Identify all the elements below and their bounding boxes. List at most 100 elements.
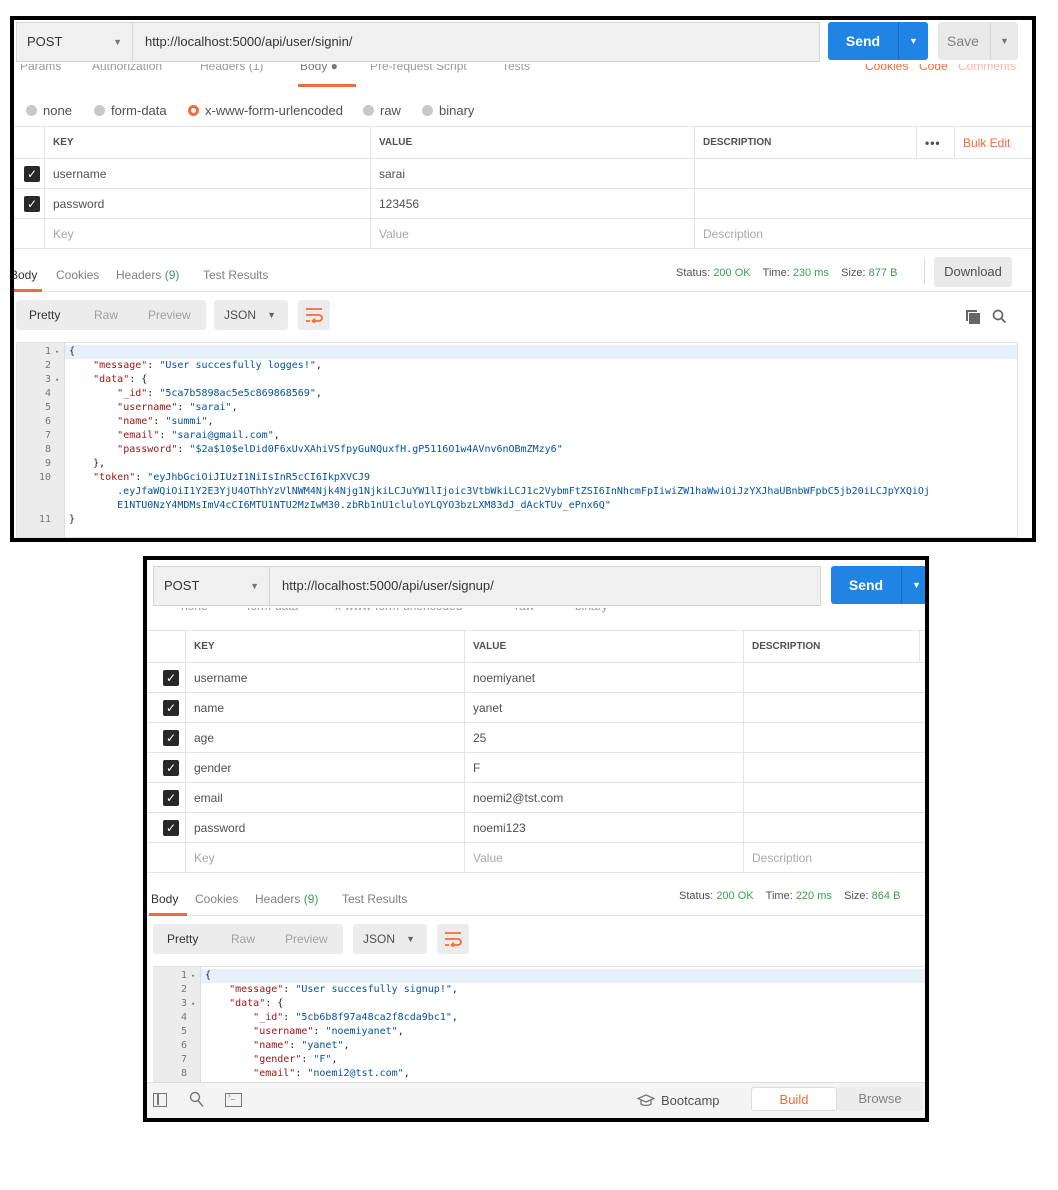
chevron-down-icon[interactable]: ▼ bbox=[898, 22, 928, 60]
param-key[interactable]: password bbox=[185, 813, 464, 842]
param-description[interactable] bbox=[743, 723, 925, 752]
fold-arrow-icon[interactable]: ▾ bbox=[55, 345, 59, 359]
comments-link[interactable]: Comments bbox=[958, 64, 1016, 73]
radio-none[interactable]: none bbox=[26, 103, 72, 118]
tab-response-headers[interactable]: Headers (9) bbox=[255, 892, 318, 906]
param-key[interactable]: age bbox=[185, 723, 464, 752]
tab-response-headers[interactable]: Headers (9) bbox=[116, 268, 179, 282]
param-key[interactable]: username bbox=[185, 663, 464, 692]
param-description[interactable] bbox=[694, 159, 1032, 188]
copy-icon[interactable] bbox=[966, 310, 980, 324]
method-select[interactable]: POST ▼ bbox=[16, 22, 132, 62]
wrap-lines-button[interactable] bbox=[437, 924, 469, 954]
search-icon[interactable] bbox=[992, 309, 1007, 324]
url-input[interactable]: http://localhost:5000/api/user/signin/ bbox=[132, 22, 820, 62]
download-button[interactable]: Download bbox=[934, 257, 1012, 287]
bootcamp-link[interactable]: Bootcamp bbox=[661, 1093, 720, 1108]
raw-button[interactable]: Raw bbox=[231, 924, 255, 954]
bulk-edit-button[interactable]: Bulk Edit bbox=[954, 127, 1032, 158]
param-description[interactable] bbox=[743, 663, 925, 692]
format-select[interactable]: JSON ▼ bbox=[353, 924, 427, 954]
checkbox-checked-icon[interactable]: ✓ bbox=[163, 700, 179, 716]
more-options-icon[interactable]: ••• bbox=[916, 127, 954, 158]
radio-form-data[interactable]: form-data bbox=[247, 608, 298, 613]
param-value[interactable]: sarai bbox=[370, 159, 694, 188]
param-value[interactable]: noemi123 bbox=[464, 813, 743, 842]
tab-response-body[interactable]: Body bbox=[151, 892, 178, 906]
param-value[interactable]: noemiyanet bbox=[464, 663, 743, 692]
tab-body[interactable]: Body ● bbox=[300, 64, 338, 73]
key-placeholder[interactable]: Key bbox=[185, 843, 464, 872]
param-description[interactable] bbox=[743, 753, 925, 782]
radio-binary[interactable]: binary bbox=[422, 103, 474, 118]
cookies-link[interactable]: Cookies bbox=[865, 64, 908, 73]
tab-authorization[interactable]: Authorization bbox=[92, 64, 162, 73]
value-placeholder[interactable]: Value bbox=[370, 219, 694, 248]
preview-button[interactable]: Preview bbox=[285, 924, 328, 954]
param-key[interactable]: password bbox=[44, 189, 370, 218]
param-value[interactable]: F bbox=[464, 753, 743, 782]
tab-test-results[interactable]: Test Results bbox=[342, 892, 407, 906]
browse-tab[interactable]: Browse bbox=[837, 1087, 923, 1111]
url-input[interactable]: http://localhost:5000/api/user/signup/ bbox=[269, 566, 821, 606]
response-code-editor[interactable]: 1 ▾{2 "message": "User succesfully logges… bbox=[16, 342, 1018, 538]
format-select[interactable]: JSON ▼ bbox=[214, 300, 288, 330]
param-value[interactable]: yanet bbox=[464, 693, 743, 722]
sidebar-toggle-icon[interactable] bbox=[153, 1093, 167, 1107]
tab-response-cookies[interactable]: Cookies bbox=[195, 892, 238, 906]
chevron-down-icon[interactable]: ▼ bbox=[901, 566, 925, 604]
param-key[interactable]: name bbox=[185, 693, 464, 722]
param-value[interactable]: 123456 bbox=[370, 189, 694, 218]
code-link[interactable]: Code bbox=[919, 64, 948, 73]
wrap-lines-button[interactable] bbox=[298, 300, 330, 330]
tab-pre-request-script[interactable]: Pre-request Script bbox=[370, 64, 467, 73]
radio-urlencoded[interactable]: x-www-form-urlencoded bbox=[188, 103, 343, 118]
value-placeholder[interactable]: Value bbox=[464, 843, 743, 872]
checkbox-checked-icon[interactable]: ✓ bbox=[24, 166, 40, 182]
method-select[interactable]: POST ▼ bbox=[153, 566, 269, 606]
pretty-button[interactable]: Pretty bbox=[29, 300, 60, 330]
tab-params[interactable]: Params bbox=[20, 64, 61, 73]
tab-tests[interactable]: Tests bbox=[502, 64, 530, 73]
pretty-button[interactable]: Pretty bbox=[167, 924, 198, 954]
checkbox-checked-icon[interactable]: ✓ bbox=[163, 730, 179, 746]
param-description[interactable] bbox=[743, 783, 925, 812]
param-description[interactable] bbox=[743, 693, 925, 722]
save-button[interactable]: Save ▼ bbox=[938, 22, 1018, 60]
radio-raw[interactable]: raw bbox=[363, 103, 401, 118]
param-description[interactable] bbox=[694, 189, 1032, 218]
checkbox-checked-icon[interactable]: ✓ bbox=[163, 760, 179, 776]
fold-arrow-icon[interactable]: ▾ bbox=[191, 969, 195, 983]
console-icon[interactable]: ›_ bbox=[225, 1091, 242, 1107]
raw-button[interactable]: Raw bbox=[94, 300, 118, 330]
param-value[interactable]: noemi2@tst.com bbox=[464, 783, 743, 812]
checkbox-checked-icon[interactable]: ✓ bbox=[163, 790, 179, 806]
build-tab[interactable]: Build bbox=[751, 1087, 837, 1111]
find-icon[interactable] bbox=[189, 1091, 205, 1109]
radio-urlencoded[interactable]: x-www-form-urlencoded bbox=[335, 608, 462, 613]
radio-none[interactable]: none bbox=[181, 608, 208, 613]
send-button[interactable]: Send ▼ bbox=[828, 22, 928, 60]
description-placeholder[interactable]: Description bbox=[694, 219, 1032, 248]
response-code-editor[interactable]: 1 ▾{2 "message": "User succesfully signup… bbox=[153, 966, 925, 1082]
checkbox-checked-icon[interactable]: ✓ bbox=[163, 670, 179, 686]
fold-arrow-icon[interactable]: ▾ bbox=[55, 373, 59, 387]
fold-arrow-icon[interactable]: ▾ bbox=[191, 997, 195, 1011]
param-description[interactable] bbox=[743, 813, 925, 842]
checkbox-checked-icon[interactable]: ✓ bbox=[24, 196, 40, 212]
radio-form-data[interactable]: form-data bbox=[94, 103, 167, 118]
param-key[interactable]: email bbox=[185, 783, 464, 812]
tab-headers[interactable]: Headers (1) bbox=[200, 64, 263, 73]
radio-raw[interactable]: raw bbox=[515, 608, 534, 613]
send-button[interactable]: Send ▼ bbox=[831, 566, 925, 604]
radio-binary[interactable]: binary bbox=[575, 608, 608, 613]
tab-response-body[interactable]: Body bbox=[14, 268, 37, 282]
tab-test-results[interactable]: Test Results bbox=[203, 268, 268, 282]
param-value[interactable]: 25 bbox=[464, 723, 743, 752]
description-placeholder[interactable]: Description bbox=[743, 843, 925, 872]
param-key[interactable]: username bbox=[44, 159, 370, 188]
tab-response-cookies[interactable]: Cookies bbox=[56, 268, 99, 282]
chevron-down-icon[interactable]: ▼ bbox=[990, 22, 1018, 60]
param-key[interactable]: gender bbox=[185, 753, 464, 782]
checkbox-checked-icon[interactable]: ✓ bbox=[163, 820, 179, 836]
